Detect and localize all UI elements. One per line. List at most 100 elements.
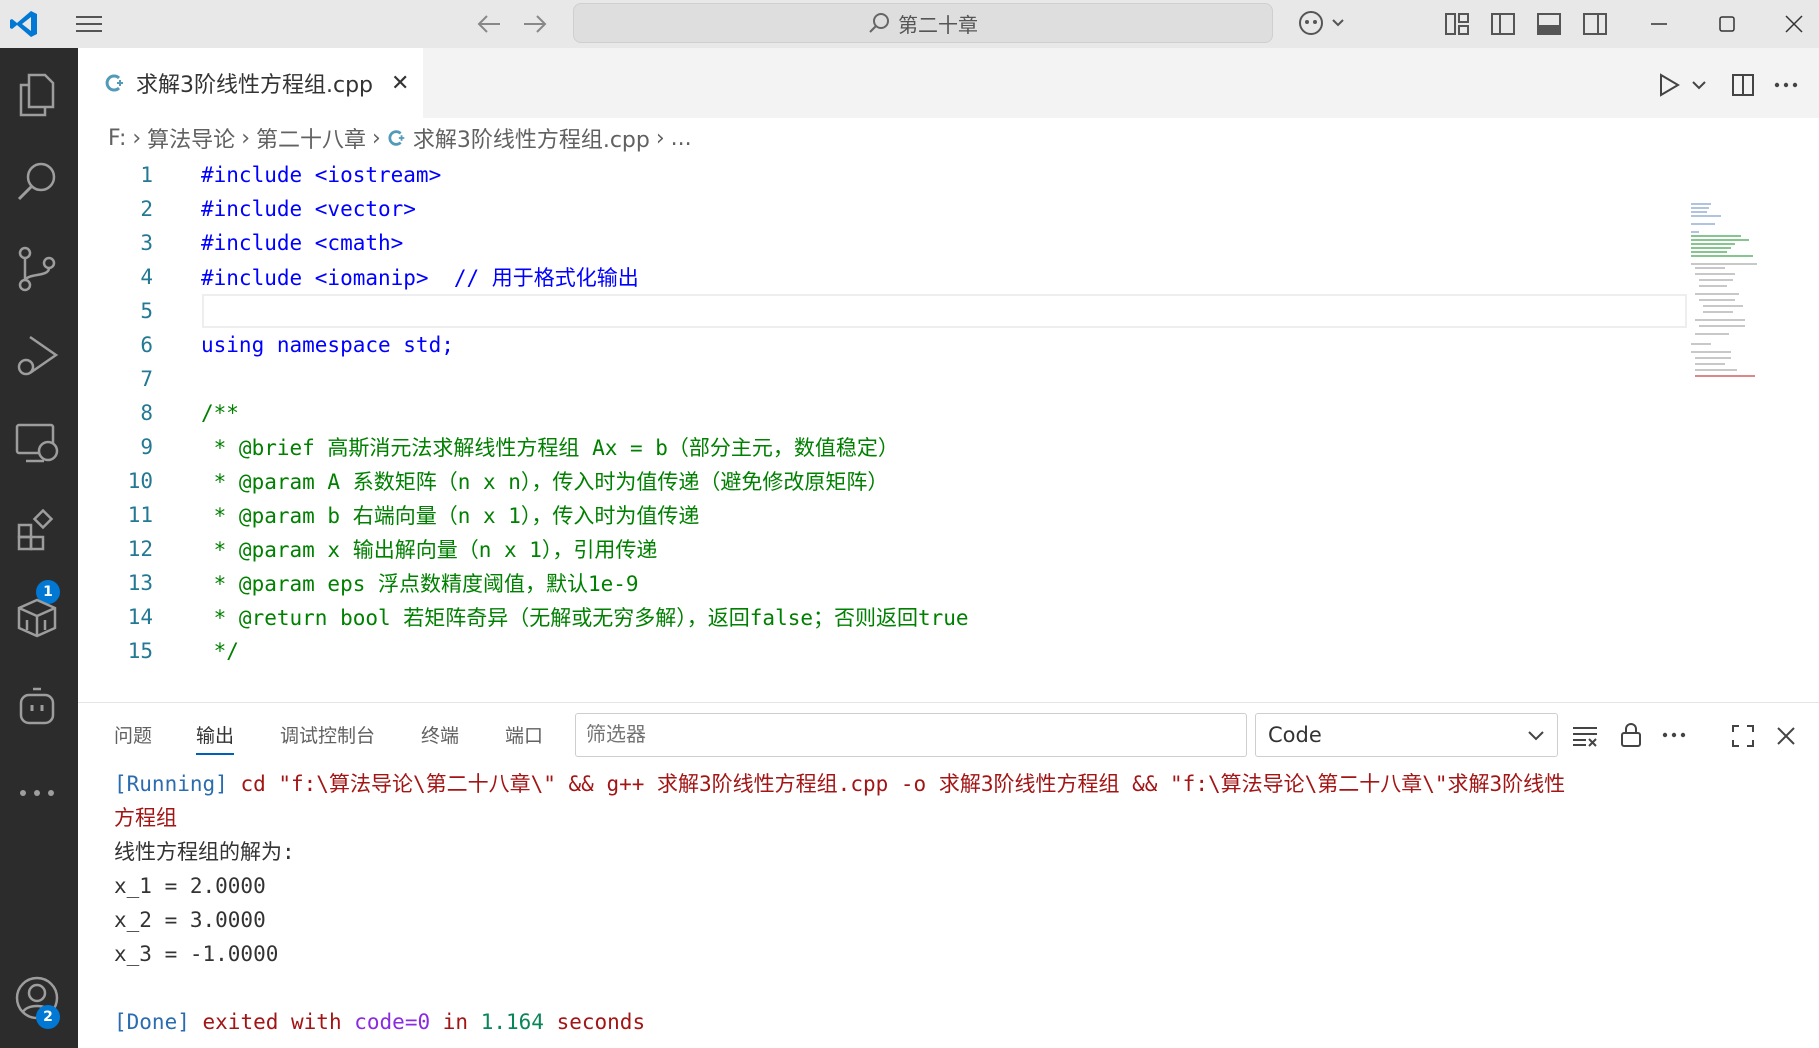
minimize-icon[interactable]	[1645, 10, 1673, 38]
code-line[interactable]: 3 #include <cmath>	[78, 226, 1819, 260]
done-text: exited with	[202, 1010, 342, 1034]
run-code-icon[interactable]	[1657, 72, 1681, 98]
breadcrumb-drive[interactable]: F:	[108, 126, 126, 151]
toggle-panel-icon[interactable]	[1535, 10, 1563, 38]
customize-layout-icon[interactable]	[1443, 10, 1471, 38]
breadcrumb-more[interactable]: ...	[671, 126, 692, 151]
code-line[interactable]: 15 */	[78, 634, 1819, 668]
breadcrumb-folder-1[interactable]: 算法导论	[147, 122, 235, 154]
line-number: 1	[140, 163, 153, 187]
running-tag: [Running]	[114, 772, 228, 796]
running-line: [Running] cd "f:\算法导论\第二十八章\" && g++ 求解3…	[114, 767, 1794, 801]
tab-cpp-file[interactable]: 求解3阶线性方程组.cpp ✕	[78, 48, 423, 118]
line-number: 13	[127, 571, 153, 595]
maximize-icon[interactable]	[1713, 10, 1741, 38]
more-actions-icon[interactable]	[1773, 78, 1799, 92]
line-number: 11	[127, 503, 153, 527]
line-text: */	[201, 639, 239, 663]
output-line: x_3 = -1.0000	[114, 942, 279, 966]
remote-explorer-icon[interactable]	[12, 418, 62, 468]
tab-ports[interactable]: 端口	[505, 721, 543, 748]
tab-problems[interactable]: 问题	[114, 721, 152, 748]
back-arrow-icon[interactable]	[474, 10, 504, 38]
tab-bar: 求解3阶线性方程组.cpp ✕	[78, 48, 1819, 118]
code-line[interactable]: 1 #include <iostream>	[78, 158, 1819, 192]
code-editor[interactable]: 1 #include <iostream> 2 #include <vector> 3 #…	[78, 158, 1819, 702]
line-number: 9	[140, 435, 153, 459]
line-text: #include <iostream>	[201, 163, 442, 187]
command-center-search[interactable]: 第二十章	[573, 3, 1273, 43]
tab-output[interactable]: 输出	[196, 721, 235, 755]
accounts-badge: 2	[36, 1005, 60, 1029]
code-line[interactable]: 11 * @param b 右端向量（n x 1），传入时为值传递	[78, 498, 1819, 532]
run-debug-icon[interactable]	[12, 331, 62, 381]
search-icon	[868, 12, 890, 34]
output-line: x_2 = 3.0000	[114, 908, 266, 932]
code-line[interactable]: 10 * @param A 系数矩阵（n x n），传入时为值传递（避免修改原矩…	[78, 464, 1819, 498]
clear-output-icon[interactable]	[1571, 723, 1599, 749]
cpp-file-icon	[104, 72, 126, 94]
done-text: seconds	[556, 1010, 646, 1034]
line-text: #include <vector>	[201, 197, 416, 221]
close-panel-icon[interactable]	[1775, 725, 1797, 747]
code-line[interactable]: 8 /**	[78, 396, 1819, 430]
code-line[interactable]: 4 #include <iomanip> // 用于格式化输出	[78, 260, 1819, 294]
search-view-icon[interactable]	[12, 156, 62, 206]
more-actions-icon[interactable]	[1661, 729, 1687, 741]
more-views-icon[interactable]	[12, 768, 62, 818]
menu-icon[interactable]	[74, 10, 104, 38]
line-text: #include <cmath>	[201, 231, 404, 255]
code-line[interactable]: 5	[78, 294, 1819, 328]
chevron-right-icon: ›	[372, 125, 381, 151]
chevron-right-icon: ›	[132, 125, 142, 151]
output-channel-select[interactable]: Code	[1255, 713, 1558, 757]
panel-tabs: 问题 输出 调试控制台 终端 端口 Code	[78, 703, 1819, 767]
chevron-right-icon: ›	[241, 125, 250, 151]
line-number: 4	[140, 265, 153, 289]
source-control-icon[interactable]	[12, 244, 62, 294]
maximize-panel-icon[interactable]	[1730, 723, 1756, 749]
done-text: in	[442, 1010, 469, 1034]
extensions-icon[interactable]	[12, 506, 62, 556]
containers-icon[interactable]	[12, 593, 62, 643]
tab-close-icon[interactable]: ✕	[391, 71, 409, 96]
search-text: 第二十章	[898, 12, 978, 37]
output-line: 线性方程组的解为:	[114, 840, 295, 864]
chevron-right-icon: ›	[655, 125, 665, 151]
running-command: cd "f:\算法导论\第二十八章\" && g++ 求解3阶线性方程组.cpp…	[240, 772, 1566, 796]
code-line[interactable]: 6 using namespace std;	[78, 328, 1819, 362]
toggle-secondary-sidebar-icon[interactable]	[1581, 10, 1609, 38]
tab-debug-console[interactable]: 调试控制台	[280, 721, 375, 748]
lock-scroll-icon[interactable]	[1618, 721, 1644, 749]
forward-arrow-icon[interactable]	[520, 10, 550, 38]
code-line[interactable]: 9 * @brief 高斯消元法求解线性方程组 Ax = b（部分主元，数值稳定…	[78, 430, 1819, 464]
line-number: 14	[127, 605, 153, 629]
bottom-panel: 问题 输出 调试控制台 终端 端口 Code	[78, 702, 1819, 1048]
code-line[interactable]: 13 * @param eps 浮点数精度阈值，默认1e-9	[78, 566, 1819, 600]
filter-input[interactable]	[575, 713, 1247, 757]
output-content[interactable]: [Running] cd "f:\算法导论\第二十八章\" && g++ 求解3…	[114, 767, 1794, 1039]
code-line[interactable]: 12 * @param x 输出解向量（n x 1），引用传递	[78, 532, 1819, 566]
close-window-icon[interactable]	[1780, 10, 1808, 38]
tab-terminal[interactable]: 终端	[421, 721, 459, 748]
explorer-icon[interactable]	[12, 70, 62, 120]
line-number: 2	[140, 197, 153, 221]
breadcrumb-folder-2[interactable]: 第二十八章	[256, 122, 366, 154]
line-text: /**	[201, 401, 239, 425]
toggle-primary-sidebar-icon[interactable]	[1489, 10, 1517, 38]
running-command-continued: 方程组	[114, 806, 177, 830]
tab-label: 求解3阶线性方程组.cpp	[136, 73, 374, 98]
breadcrumb-file[interactable]: 求解3阶线性方程组.cpp	[413, 122, 650, 154]
copilot-icon[interactable]	[1296, 8, 1348, 38]
split-editor-icon[interactable]	[1730, 72, 1756, 98]
copilot-chat-icon[interactable]	[12, 680, 62, 730]
chevron-down-icon[interactable]	[1690, 76, 1708, 94]
minimap[interactable]	[1689, 203, 1759, 383]
code-line[interactable]: 2 #include <vector>	[78, 192, 1819, 226]
code-line[interactable]: 14 * @return bool 若矩阵奇异（无解或无穷多解），返回false…	[78, 600, 1819, 634]
output-channel-value: Code	[1268, 723, 1322, 747]
line-text: using namespace std;	[201, 333, 454, 357]
output-line: x_1 = 2.0000	[114, 874, 266, 898]
code-line[interactable]: 7	[78, 362, 1819, 396]
